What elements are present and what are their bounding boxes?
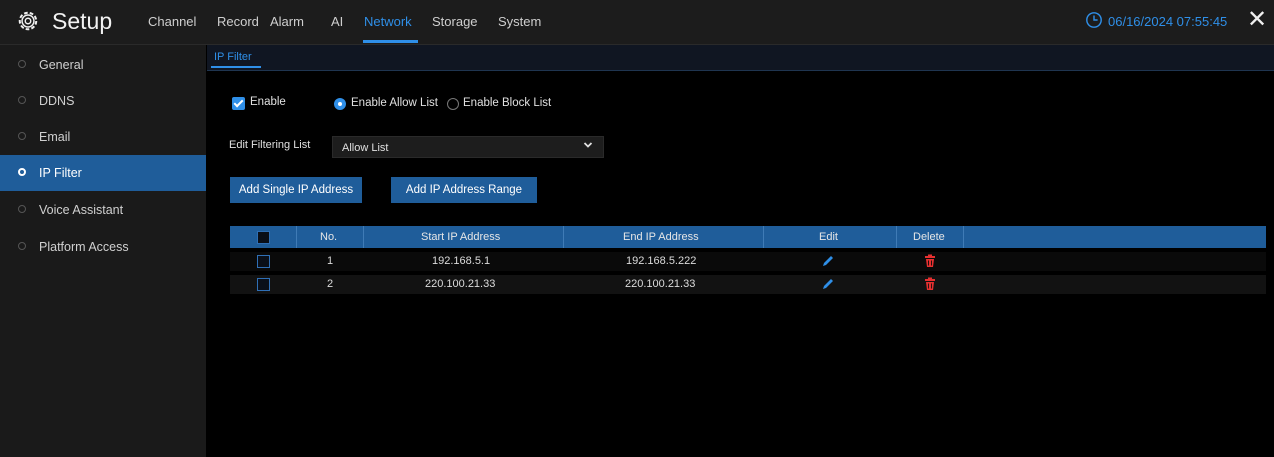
- bullet-icon: [18, 60, 26, 68]
- bullet-icon: [18, 205, 26, 213]
- row-number: 2: [327, 278, 334, 290]
- pencil-icon[interactable]: [821, 254, 835, 268]
- bullet-icon: [18, 168, 26, 176]
- sidebar-item-label: Platform Access: [39, 240, 129, 254]
- allow-list-radio[interactable]: [334, 98, 346, 110]
- allow-list-label: Enable Allow List: [351, 97, 438, 109]
- column-divider: [963, 226, 964, 248]
- menu-channel[interactable]: Channel: [148, 14, 196, 29]
- top-bar: Setup Channel Record Alarm AI Network St…: [0, 0, 1274, 45]
- row-checkbox[interactable]: [257, 255, 270, 268]
- filtering-list-value: Allow List: [342, 142, 389, 154]
- row-end-ip: 220.100.21.33: [625, 278, 696, 290]
- row-end-ip: 192.168.5.222: [626, 255, 697, 267]
- column-header-no: No.: [320, 231, 338, 243]
- clock-icon: [1086, 12, 1102, 28]
- sidebar: General DDNS Email IP Filter Voice Assis…: [0, 45, 206, 457]
- menu-ai[interactable]: AI: [331, 14, 343, 29]
- column-divider: [896, 226, 897, 248]
- bullet-icon: [18, 242, 26, 250]
- bullet-icon: [18, 132, 26, 140]
- active-tab-indicator: [211, 66, 261, 68]
- row-start-ip: 220.100.21.33: [425, 278, 496, 290]
- edit-filtering-list-label: Edit Filtering List: [229, 139, 311, 151]
- column-divider: [296, 226, 297, 248]
- sub-tab-bar: [207, 45, 1274, 71]
- trash-icon[interactable]: [923, 254, 937, 268]
- column-header-delete: Delete: [913, 231, 945, 243]
- row-checkbox[interactable]: [257, 278, 270, 291]
- gear-icon: [18, 11, 38, 31]
- menu-storage[interactable]: Storage: [432, 14, 478, 29]
- tab-ip-filter[interactable]: IP Filter: [214, 51, 252, 63]
- enable-label: Enable: [250, 96, 286, 108]
- bullet-icon: [18, 96, 26, 104]
- sidebar-item-label: Voice Assistant: [39, 203, 124, 217]
- add-ip-range-button[interactable]: Add IP Address Range: [391, 177, 537, 203]
- sidebar-item-email[interactable]: Email: [0, 119, 206, 155]
- close-button[interactable]: ✕: [1247, 8, 1267, 32]
- sidebar-item-platform-access[interactable]: Platform Access: [0, 229, 206, 265]
- system-datetime: 06/16/2024 07:55:45: [1108, 14, 1228, 29]
- row-start-ip: 192.168.5.1: [432, 255, 491, 267]
- column-divider: [763, 226, 764, 248]
- menu-network[interactable]: Network: [364, 14, 412, 29]
- chevron-down-icon: [583, 142, 593, 148]
- table-row: 1 192.168.5.1 192.168.5.222: [230, 252, 1266, 271]
- pencil-icon[interactable]: [821, 277, 835, 291]
- menu-alarm[interactable]: Alarm: [270, 14, 304, 29]
- sidebar-item-ddns[interactable]: DDNS: [0, 83, 206, 119]
- column-header-start-ip: Start IP Address: [421, 231, 501, 243]
- column-divider: [563, 226, 564, 248]
- column-header-end-ip: End IP Address: [623, 231, 699, 243]
- sidebar-item-label: Email: [39, 130, 71, 144]
- select-all-checkbox[interactable]: [257, 231, 270, 244]
- filtering-list-select[interactable]: Allow List: [332, 136, 604, 158]
- sidebar-item-general[interactable]: General: [0, 47, 206, 83]
- block-list-label: Enable Block List: [463, 97, 552, 109]
- table-row: 2 220.100.21.33 220.100.21.33: [230, 275, 1266, 294]
- column-divider: [363, 226, 364, 248]
- menu-system[interactable]: System: [498, 14, 541, 29]
- enable-checkbox[interactable]: [232, 97, 245, 110]
- sidebar-item-voice-assistant[interactable]: Voice Assistant: [0, 192, 206, 228]
- column-header-edit: Edit: [819, 231, 838, 243]
- page-title: Setup: [52, 8, 113, 34]
- add-single-ip-button[interactable]: Add Single IP Address: [230, 177, 362, 203]
- sidebar-item-label: General: [39, 58, 84, 72]
- sidebar-item-ip-filter[interactable]: IP Filter: [0, 155, 206, 191]
- sidebar-item-label: IP Filter: [39, 166, 82, 180]
- menu-record[interactable]: Record: [217, 14, 259, 29]
- table-header: No. Start IP Address End IP Address Edit…: [230, 226, 1266, 248]
- row-number: 1: [327, 255, 334, 267]
- active-menu-indicator: [363, 40, 418, 43]
- trash-icon[interactable]: [923, 277, 937, 291]
- block-list-radio[interactable]: [447, 98, 459, 110]
- sidebar-item-label: DDNS: [39, 94, 75, 108]
